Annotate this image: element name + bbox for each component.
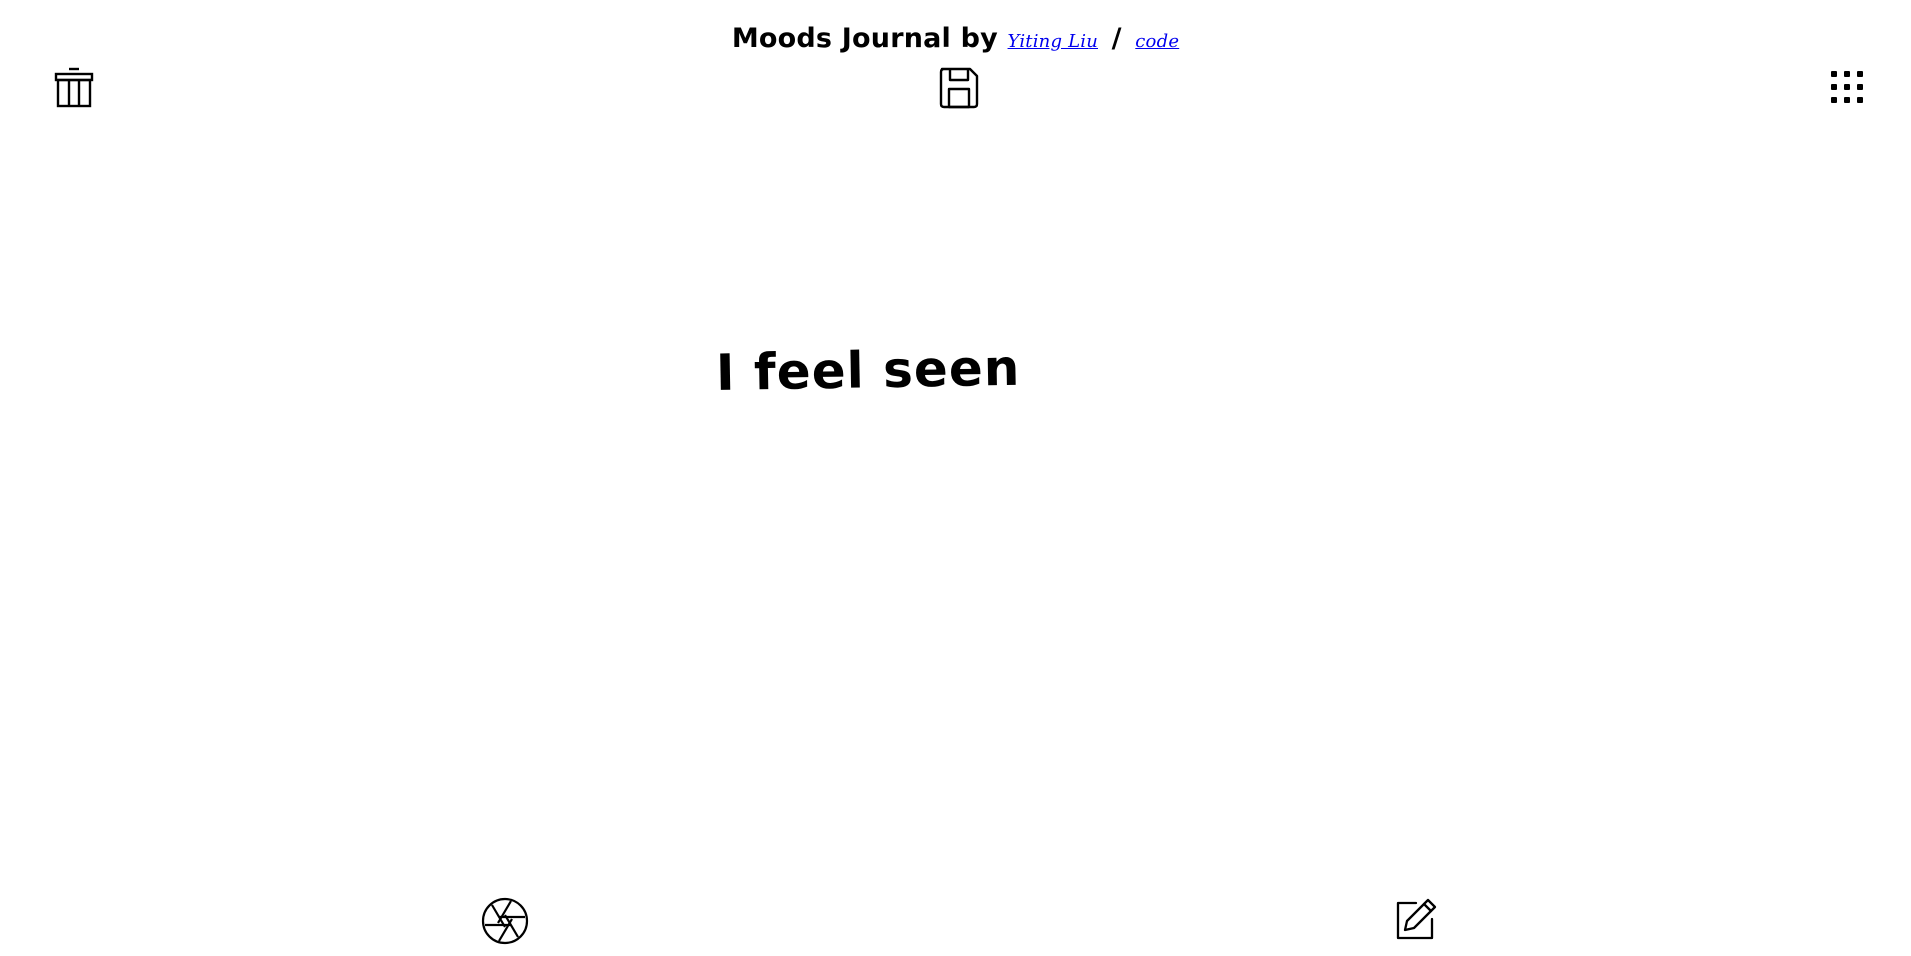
page-title: Moods Journal by Yiting Liu / code [0, 22, 1911, 59]
title-separator: / [1111, 23, 1122, 54]
author-link[interactable]: Yiting Liu [1008, 31, 1098, 52]
title-prefix: Moods Journal by [731, 23, 998, 54]
mood-text: I feel seen [715, 338, 1021, 402]
code-link[interactable]: code [1135, 31, 1179, 52]
grid-icon [1829, 69, 1865, 105]
camera-aperture-icon [481, 897, 529, 945]
menu-button[interactable] [1829, 69, 1865, 105]
trash-icon [54, 66, 94, 108]
save-button[interactable] [938, 66, 980, 110]
edit-pencil-icon [1394, 897, 1438, 941]
floppy-disk-icon [938, 66, 980, 110]
camera-button[interactable] [481, 897, 529, 945]
new-entry-button[interactable] [1394, 897, 1438, 941]
delete-button[interactable] [54, 66, 94, 108]
